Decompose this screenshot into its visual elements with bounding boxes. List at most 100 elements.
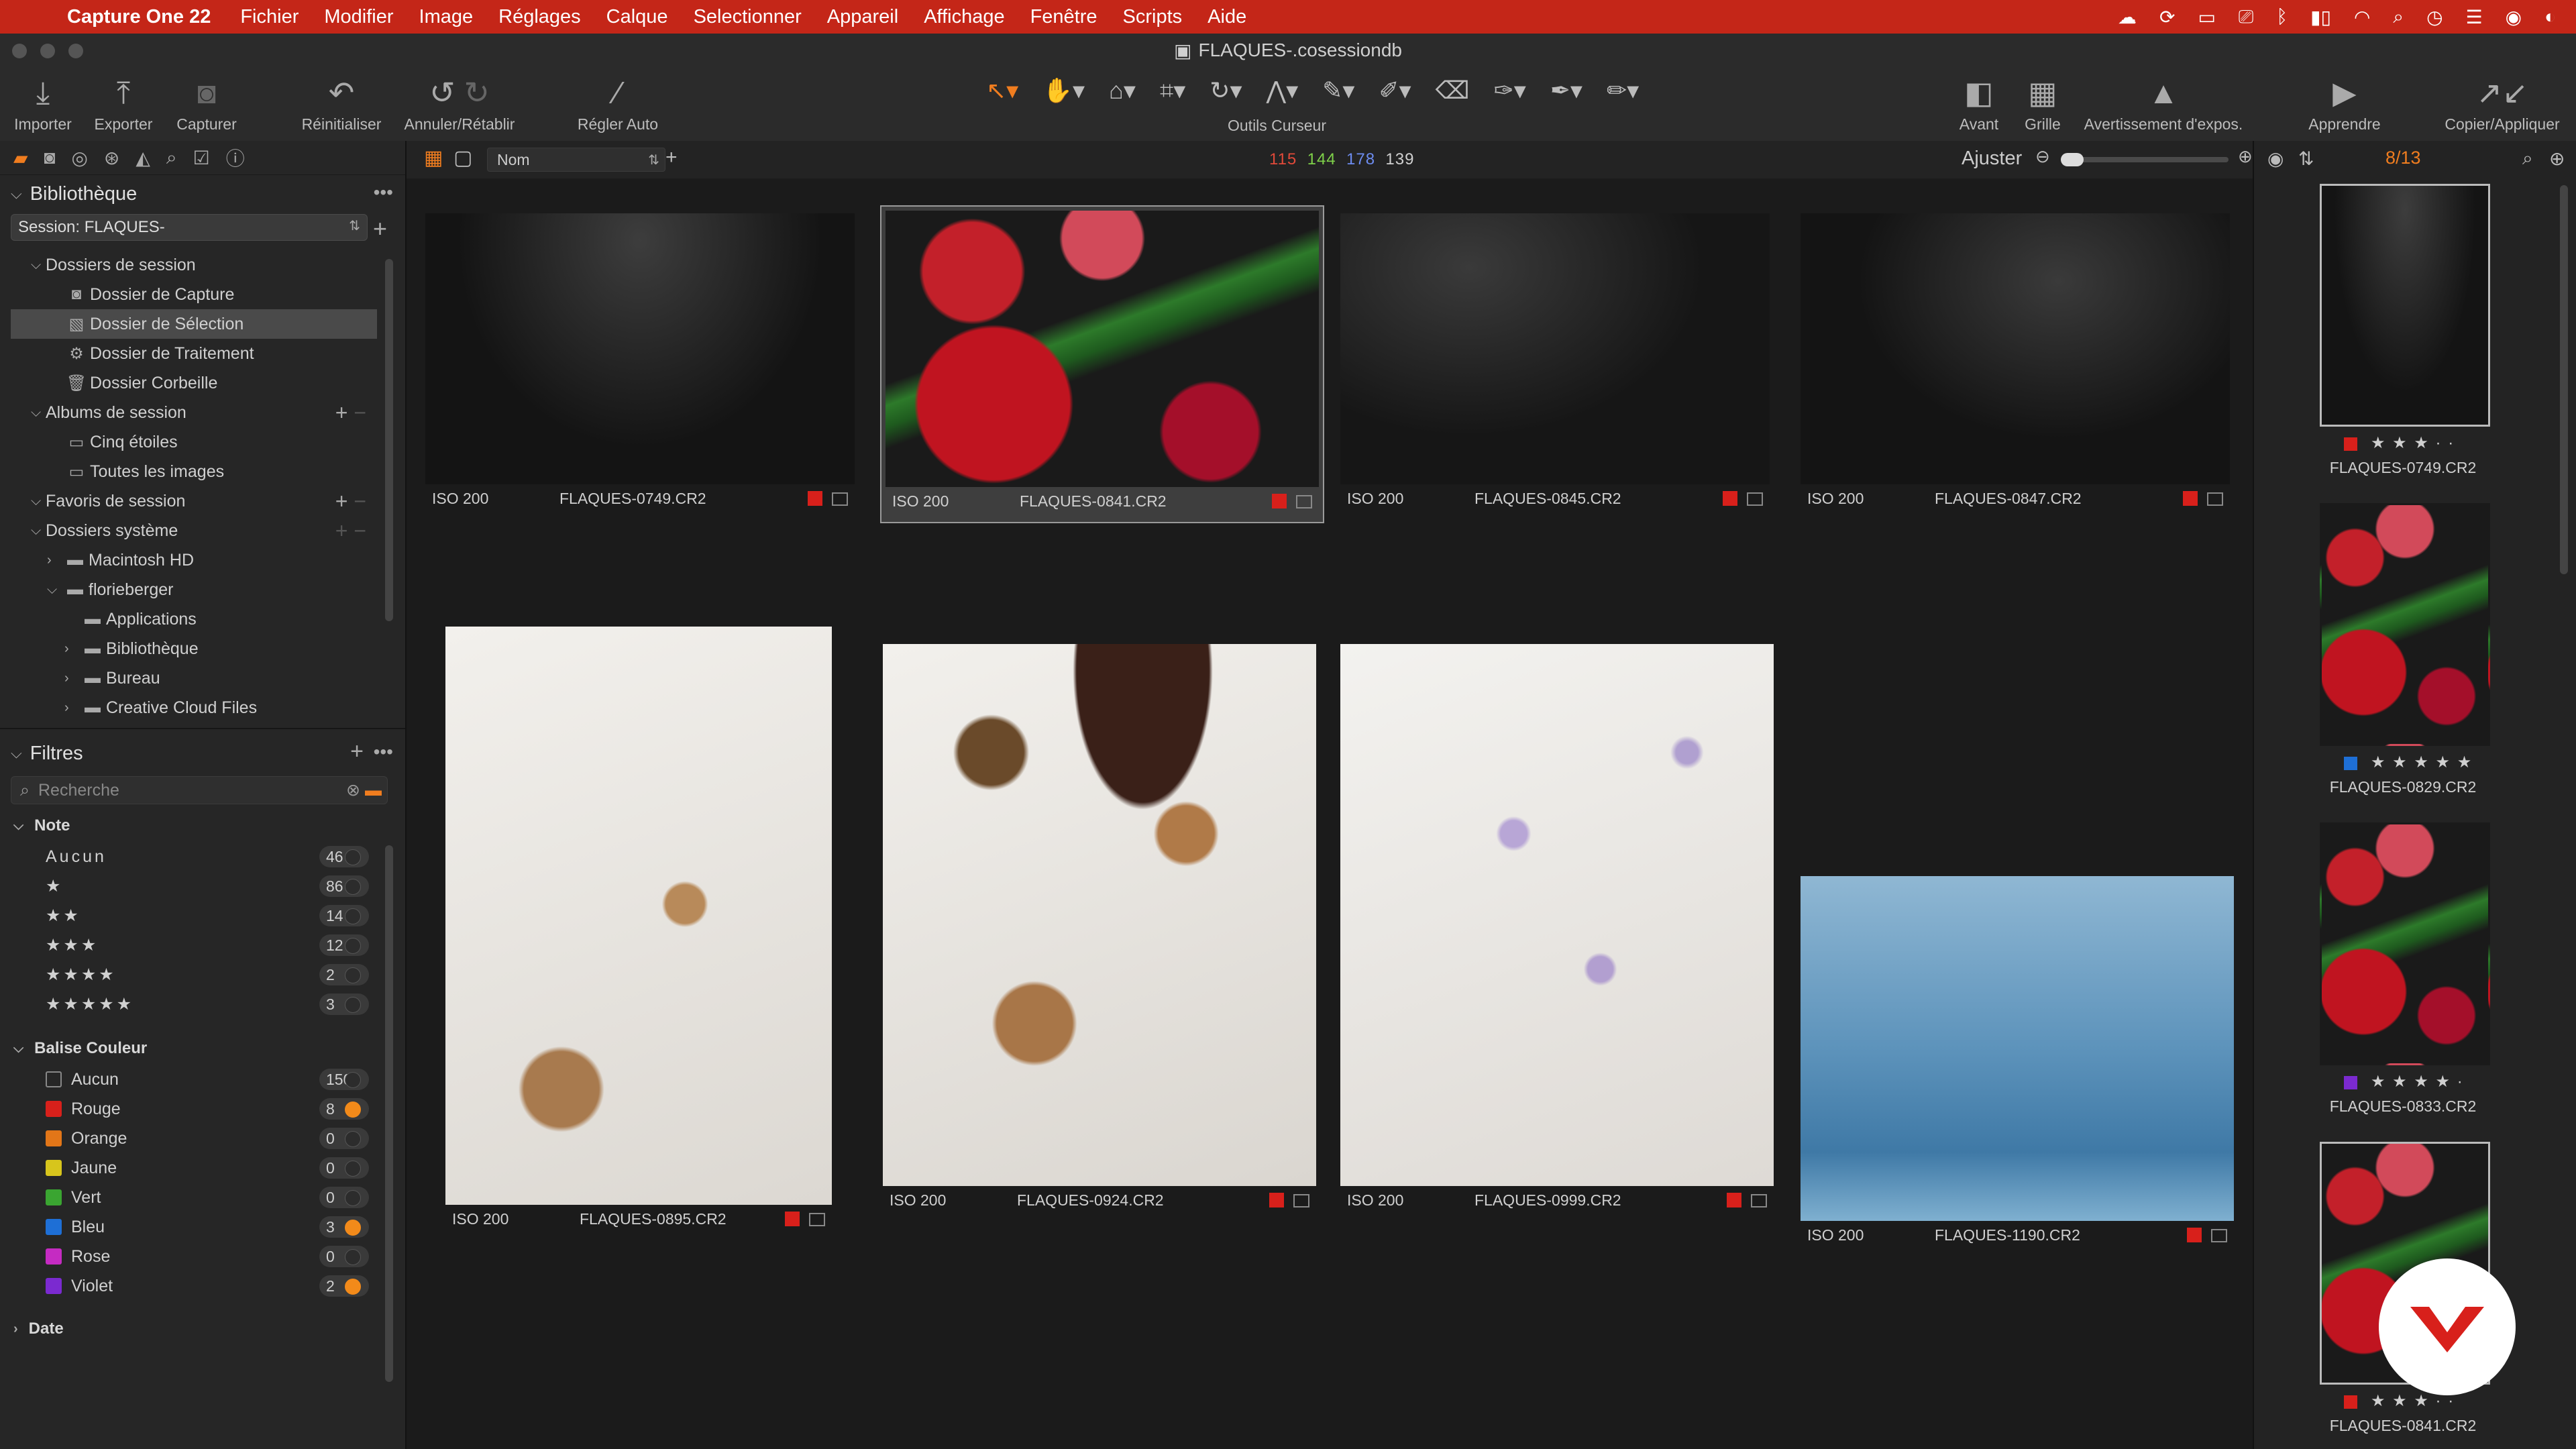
grid-thumbnail[interactable]: ISO 200 FLAQUES-0895.CR2 — [445, 627, 835, 1228]
rating-filter-row[interactable]: ★★★ 12 — [30, 930, 405, 960]
filmstrip-scrollbar[interactable] — [2560, 185, 2568, 574]
tree-item-all-images[interactable]: ▭ Toutes les images — [0, 457, 405, 486]
search-icon[interactable]: ⌕ — [2522, 148, 2533, 170]
filter-toggle[interactable] — [345, 879, 361, 895]
zoom-icon[interactable]: ⊕ — [2549, 148, 2565, 170]
window-minimize-button[interactable] — [40, 44, 55, 58]
color-filter-row[interactable]: Violet 2 — [30, 1271, 405, 1301]
window-zoom-button[interactable] — [68, 44, 83, 58]
reset-button[interactable]: ↶ Réinitialiser — [298, 74, 385, 133]
eye-icon[interactable]: ◉ — [2267, 148, 2284, 170]
color-tag[interactable] — [2344, 437, 2357, 451]
color-tag-red[interactable] — [1269, 1193, 1284, 1208]
grid-thumbnail[interactable]: ISO 200 FLAQUES-1190.CR2 — [1796, 876, 2235, 1252]
time-machine-icon[interactable]: ◷ — [2426, 6, 2443, 28]
filter-toggle[interactable] — [345, 1102, 361, 1118]
window-close-button[interactable] — [12, 44, 27, 58]
filter-toggle[interactable] — [345, 1249, 361, 1265]
tree-item-user[interactable]: ⌵ ▬ florieberger — [0, 575, 405, 604]
menu-app-name[interactable]: Capture One 22 — [67, 6, 211, 28]
picker-cursor-icon[interactable]: ✎▾ — [1322, 76, 1354, 105]
spotlight-icon[interactable]: ⌕ — [2393, 6, 2404, 28]
display-icon[interactable]: ▭ — [2198, 6, 2215, 28]
rating-filter-row[interactable]: ★★★★★ 3 — [30, 989, 405, 1019]
filters-header[interactable]: ⌵ Filtres + ••• — [0, 735, 405, 772]
favorite-actions[interactable]: + − — [335, 489, 366, 514]
albums-group[interactable]: ⌵ Albums de session + − — [0, 398, 405, 427]
library-tab-icon[interactable]: ▰ — [13, 147, 28, 169]
tree-item-selection[interactable]: ▧ Dossier de Sélection — [11, 309, 377, 339]
date-filter-header[interactable]: › Date — [0, 1313, 405, 1345]
rating-filter-row[interactable]: ★ 86 — [30, 871, 405, 901]
system-actions[interactable]: + − — [335, 519, 366, 543]
annotate-cursor-icon[interactable]: ✒▾ — [1550, 76, 1582, 105]
import-button[interactable]: ⤓ Importer — [9, 74, 76, 133]
brush-cursor-icon[interactable]: ✐▾ — [1379, 76, 1411, 105]
color-filter-row[interactable]: Rouge 8 — [30, 1094, 405, 1124]
session-folders-group[interactable]: ⌵ Dossiers de session — [0, 250, 405, 280]
filter-toggle[interactable] — [345, 938, 361, 954]
capture-tab-icon[interactable]: ◙ — [44, 147, 56, 168]
zoom-out-icon[interactable]: ⊖ — [2035, 146, 2050, 167]
session-select[interactable]: Session: FLAQUES- ⇅ — [11, 214, 368, 241]
clear-icon[interactable]: ⊗ — [346, 780, 360, 800]
filter-search-input[interactable]: ⌕ Recherche ⊗ ▬ — [11, 776, 388, 804]
tree-item-capture[interactable]: ◙ Dossier de Capture — [0, 280, 405, 309]
before-button[interactable]: ◧ Avant — [1945, 74, 2012, 133]
grid-view-icon[interactable]: ▦ — [424, 146, 443, 170]
grid-thumbnail[interactable]: ISO 200 FLAQUES-0845.CR2 — [1336, 209, 1775, 525]
album-actions[interactable]: + − — [335, 400, 366, 425]
eraser-cursor-icon[interactable]: ⌫ — [1436, 76, 1470, 105]
search-options-icon[interactable]: ▬ — [365, 781, 382, 800]
tree-item-processing[interactable]: ⚙ Dossier de Traitement — [0, 339, 405, 368]
menu-fenetre[interactable]: Fenêtre — [1030, 6, 1097, 28]
capture-button[interactable]: ◙ Capturer — [173, 74, 240, 133]
menu-fichier[interactable]: Fichier — [240, 6, 299, 28]
notification-icon[interactable]: ◐ — [2544, 6, 2556, 28]
tree-item-five-stars[interactable]: ▭ Cinq étoiles — [0, 427, 405, 457]
grid-thumbnail[interactable]: ISO 200 FLAQUES-0841.CR2 — [880, 205, 1324, 523]
system-folders-group[interactable]: ⌵ Dossiers système + − — [0, 516, 405, 545]
exposure-warning-button[interactable]: ▲ Avertissement d'expos. — [2080, 74, 2247, 133]
filter-toggle[interactable] — [345, 1220, 361, 1236]
grid-thumbnail[interactable]: ISO 200 FLAQUES-0999.CR2 — [1336, 644, 1775, 1241]
star-rating[interactable]: ★ ★ ★ ★ · — [2371, 1072, 2464, 1091]
adjustments-tab-icon[interactable]: ☑ — [193, 147, 210, 169]
grid-button[interactable]: ▦ Grille — [2012, 74, 2073, 133]
menu-image[interactable]: Image — [419, 6, 474, 28]
undo-redo-button[interactable]: ↺ ↻ Annuler/Rétablir — [402, 74, 517, 133]
filter-toggle[interactable] — [345, 1161, 361, 1177]
lens-tab-icon[interactable]: ◎ — [71, 147, 87, 169]
color-tag-red[interactable] — [2187, 1228, 2202, 1242]
color-filter-row[interactable]: Orange 0 — [30, 1124, 405, 1153]
filmstrip-thumbnail[interactable]: ★ ★ ★ ★ ★ FLAQUES-0829.CR2 — [2320, 503, 2494, 798]
creative-cloud-icon[interactable]: ☁ — [2118, 6, 2137, 28]
color-tag[interactable] — [2344, 757, 2357, 770]
learn-button[interactable]: ▶ Apprendre — [2308, 74, 2381, 133]
filter-toggle[interactable] — [345, 908, 361, 924]
select-cursor-icon[interactable]: ↖▾ — [986, 76, 1018, 105]
filter-toggle[interactable] — [345, 849, 361, 865]
tree-item-trash[interactable]: 🗑 Dossier Corbeille — [0, 368, 405, 398]
favorites-group[interactable]: ⌵ Favoris de session + − — [0, 486, 405, 516]
menu-appareil[interactable]: Appareil — [827, 6, 898, 28]
color-filter-row[interactable]: Aucun 150 — [30, 1065, 405, 1094]
rating-filter-row[interactable]: ★★★★ 2 — [30, 960, 405, 989]
siri-icon[interactable]: ◉ — [2506, 6, 2522, 28]
sort-order-icon[interactable]: ⇅ — [2298, 148, 2314, 170]
filter-toggle[interactable] — [345, 1072, 361, 1088]
grid-thumbnail[interactable]: ISO 200 FLAQUES-0924.CR2 — [876, 644, 1316, 1241]
star-rating[interactable]: ★ ★ ★ ★ ★ — [2371, 753, 2473, 772]
tree-item-bureau[interactable]: › ▬ Bureau — [0, 663, 405, 693]
color-tag-header[interactable]: ⌵ Balise Couleur — [13, 1032, 405, 1065]
color-filter-row[interactable]: Jaune 0 — [30, 1153, 405, 1183]
control-center-icon[interactable]: ☰ — [2466, 6, 2483, 28]
color-tag-red[interactable] — [1272, 494, 1287, 508]
color-tag-red[interactable] — [808, 491, 822, 506]
filter-toggle[interactable] — [345, 1131, 361, 1147]
filmstrip-thumbnail[interactable]: ★ ★ ★ ★ · FLAQUES-0833.CR2 — [2320, 822, 2494, 1118]
add-icon[interactable]: + — [373, 215, 387, 243]
tree-item-bibliotheque[interactable]: › ▬ Bibliothèque — [0, 634, 405, 663]
copy-apply-button[interactable]: ↗↙ Copier/Appliquer — [2435, 74, 2569, 133]
filter-toggle[interactable] — [345, 1190, 361, 1206]
